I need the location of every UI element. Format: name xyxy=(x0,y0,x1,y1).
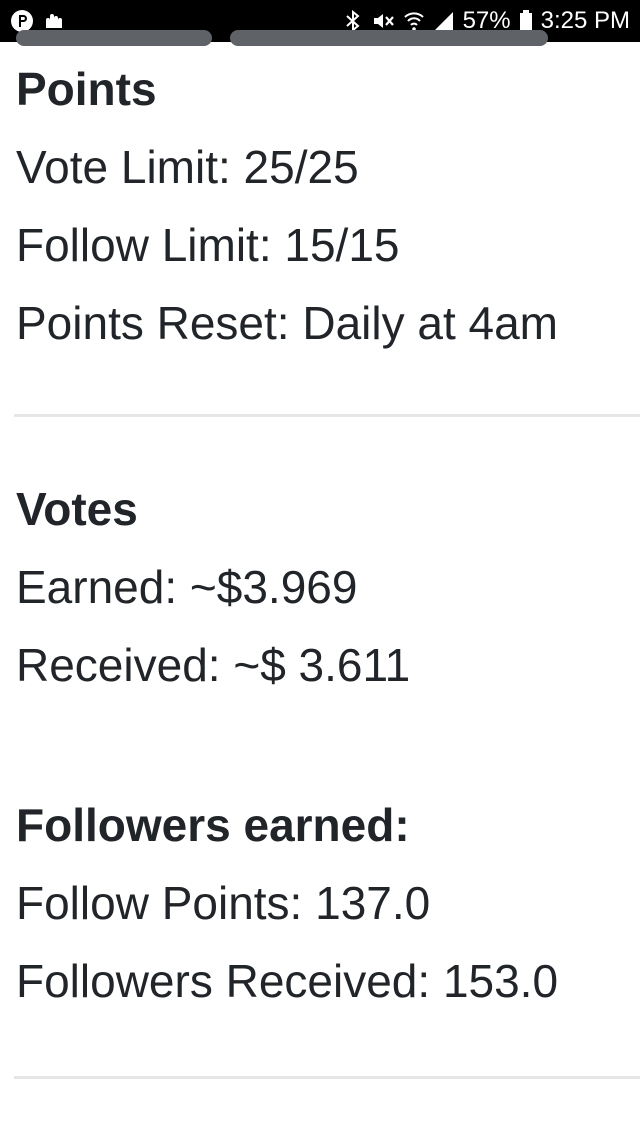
followers-section: Followers earned: Follow Points: 137.0 F… xyxy=(16,786,640,1020)
clipped-button-right[interactable] xyxy=(230,30,548,46)
followers-received: Followers Received: 153.0 xyxy=(16,955,559,1007)
clipped-button-row xyxy=(0,30,640,50)
status-time: 3:25 PM xyxy=(540,7,630,34)
votes-content: Votes Earned: ~$3.969 Received: ~$ 3.611 xyxy=(16,470,640,704)
points-title: Points xyxy=(16,63,157,115)
hand-icon xyxy=(42,10,64,32)
followers-title: Followers earned: xyxy=(16,799,410,851)
votes-section: Votes Earned: ~$3.969 Received: ~$ 3.611 xyxy=(16,470,640,704)
votes-received: Received: ~$ 3.611 xyxy=(16,639,411,691)
follow-points: Follow Points: 137.0 xyxy=(16,877,431,929)
vote-limit: Vote Limit: 25/25 xyxy=(16,141,359,193)
points-section: Points Vote Limit: 25/25 Follow Limit: 1… xyxy=(16,50,640,362)
follow-limit: Follow Limit: 15/15 xyxy=(16,219,400,271)
points-reset: Points Reset: Daily at 4am xyxy=(16,297,559,349)
signal-icon xyxy=(433,10,455,32)
divider xyxy=(14,1076,640,1079)
stats-content: Points Vote Limit: 25/25 Follow Limit: 1… xyxy=(16,50,640,362)
divider xyxy=(14,414,640,417)
votes-earned: Earned: ~$3.969 xyxy=(16,561,358,613)
followers-content: Followers earned: Follow Points: 137.0 F… xyxy=(16,786,640,1020)
clipped-button-left[interactable] xyxy=(16,30,212,46)
votes-title: Votes xyxy=(16,483,138,535)
